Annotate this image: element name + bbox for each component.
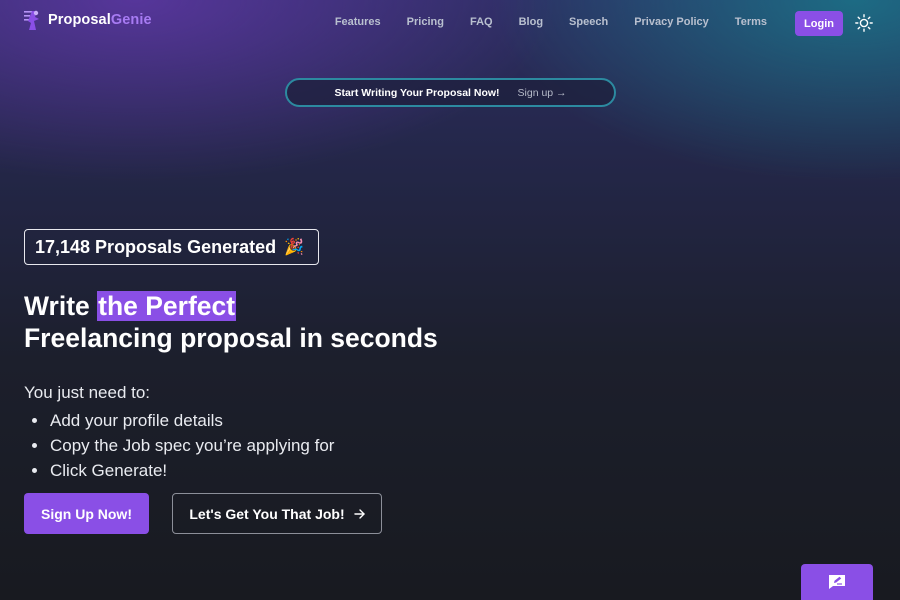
feedback-button[interactable] (801, 564, 873, 600)
bullet-dot (32, 418, 37, 423)
feedback-icon (828, 574, 846, 595)
nav-link-speech[interactable]: Speech (556, 16, 621, 28)
signup-banner[interactable]: Start Writing Your Proposal Now! Sign up… (285, 78, 616, 107)
top-nav: ProposalGenie Features Pricing FAQ Blog … (0, 0, 900, 46)
brand-name: ProposalGenie (48, 12, 152, 28)
genie-icon (24, 9, 42, 31)
banner-text: Start Writing Your Proposal Now! (334, 86, 500, 99)
steps-intro: You just need to: (24, 383, 151, 402)
nav-link-blog[interactable]: Blog (506, 16, 556, 28)
brand-logo[interactable]: ProposalGenie (24, 9, 152, 31)
get-job-button-label: Let's Get You That Job! (189, 505, 345, 522)
nav-link-pricing[interactable]: Pricing (394, 16, 457, 28)
nav-link-faq[interactable]: FAQ (457, 16, 506, 28)
banner-signup-link[interactable]: Sign up → (518, 87, 567, 99)
list-item: Click Generate! (32, 458, 334, 483)
login-button[interactable]: Login (795, 11, 843, 36)
headline-highlight: the Perfect (97, 291, 237, 321)
get-job-button[interactable]: Let's Get You That Job! (172, 493, 382, 534)
headline-pre: Write (24, 291, 98, 321)
arrow-right-icon (353, 506, 365, 522)
bullet-dot (32, 443, 37, 448)
nav-links: Features Pricing FAQ Blog Speech Privacy… (322, 16, 780, 28)
hero-headline: Write the Perfect Freelancing proposal i… (24, 290, 438, 354)
sun-icon[interactable] (855, 14, 873, 32)
headline-line2: Freelancing proposal in seconds (24, 323, 438, 353)
sign-up-now-button[interactable]: Sign Up Now! (24, 493, 149, 534)
nav-link-privacy-policy[interactable]: Privacy Policy (621, 16, 722, 28)
nav-link-features[interactable]: Features (322, 16, 394, 28)
nav-link-terms[interactable]: Terms (722, 16, 780, 28)
proposals-counter-text: 17,148 Proposals Generated (35, 236, 277, 257)
list-item: Add your profile details (32, 408, 334, 433)
proposals-counter-badge: 17,148 Proposals Generated 🎉 (24, 229, 319, 265)
steps-list: Add your profile details Copy the Job sp… (32, 408, 334, 483)
bullet-dot (32, 468, 37, 473)
list-item: Copy the Job spec you’re applying for (32, 433, 334, 458)
party-popper-icon: 🎉 (284, 239, 305, 256)
